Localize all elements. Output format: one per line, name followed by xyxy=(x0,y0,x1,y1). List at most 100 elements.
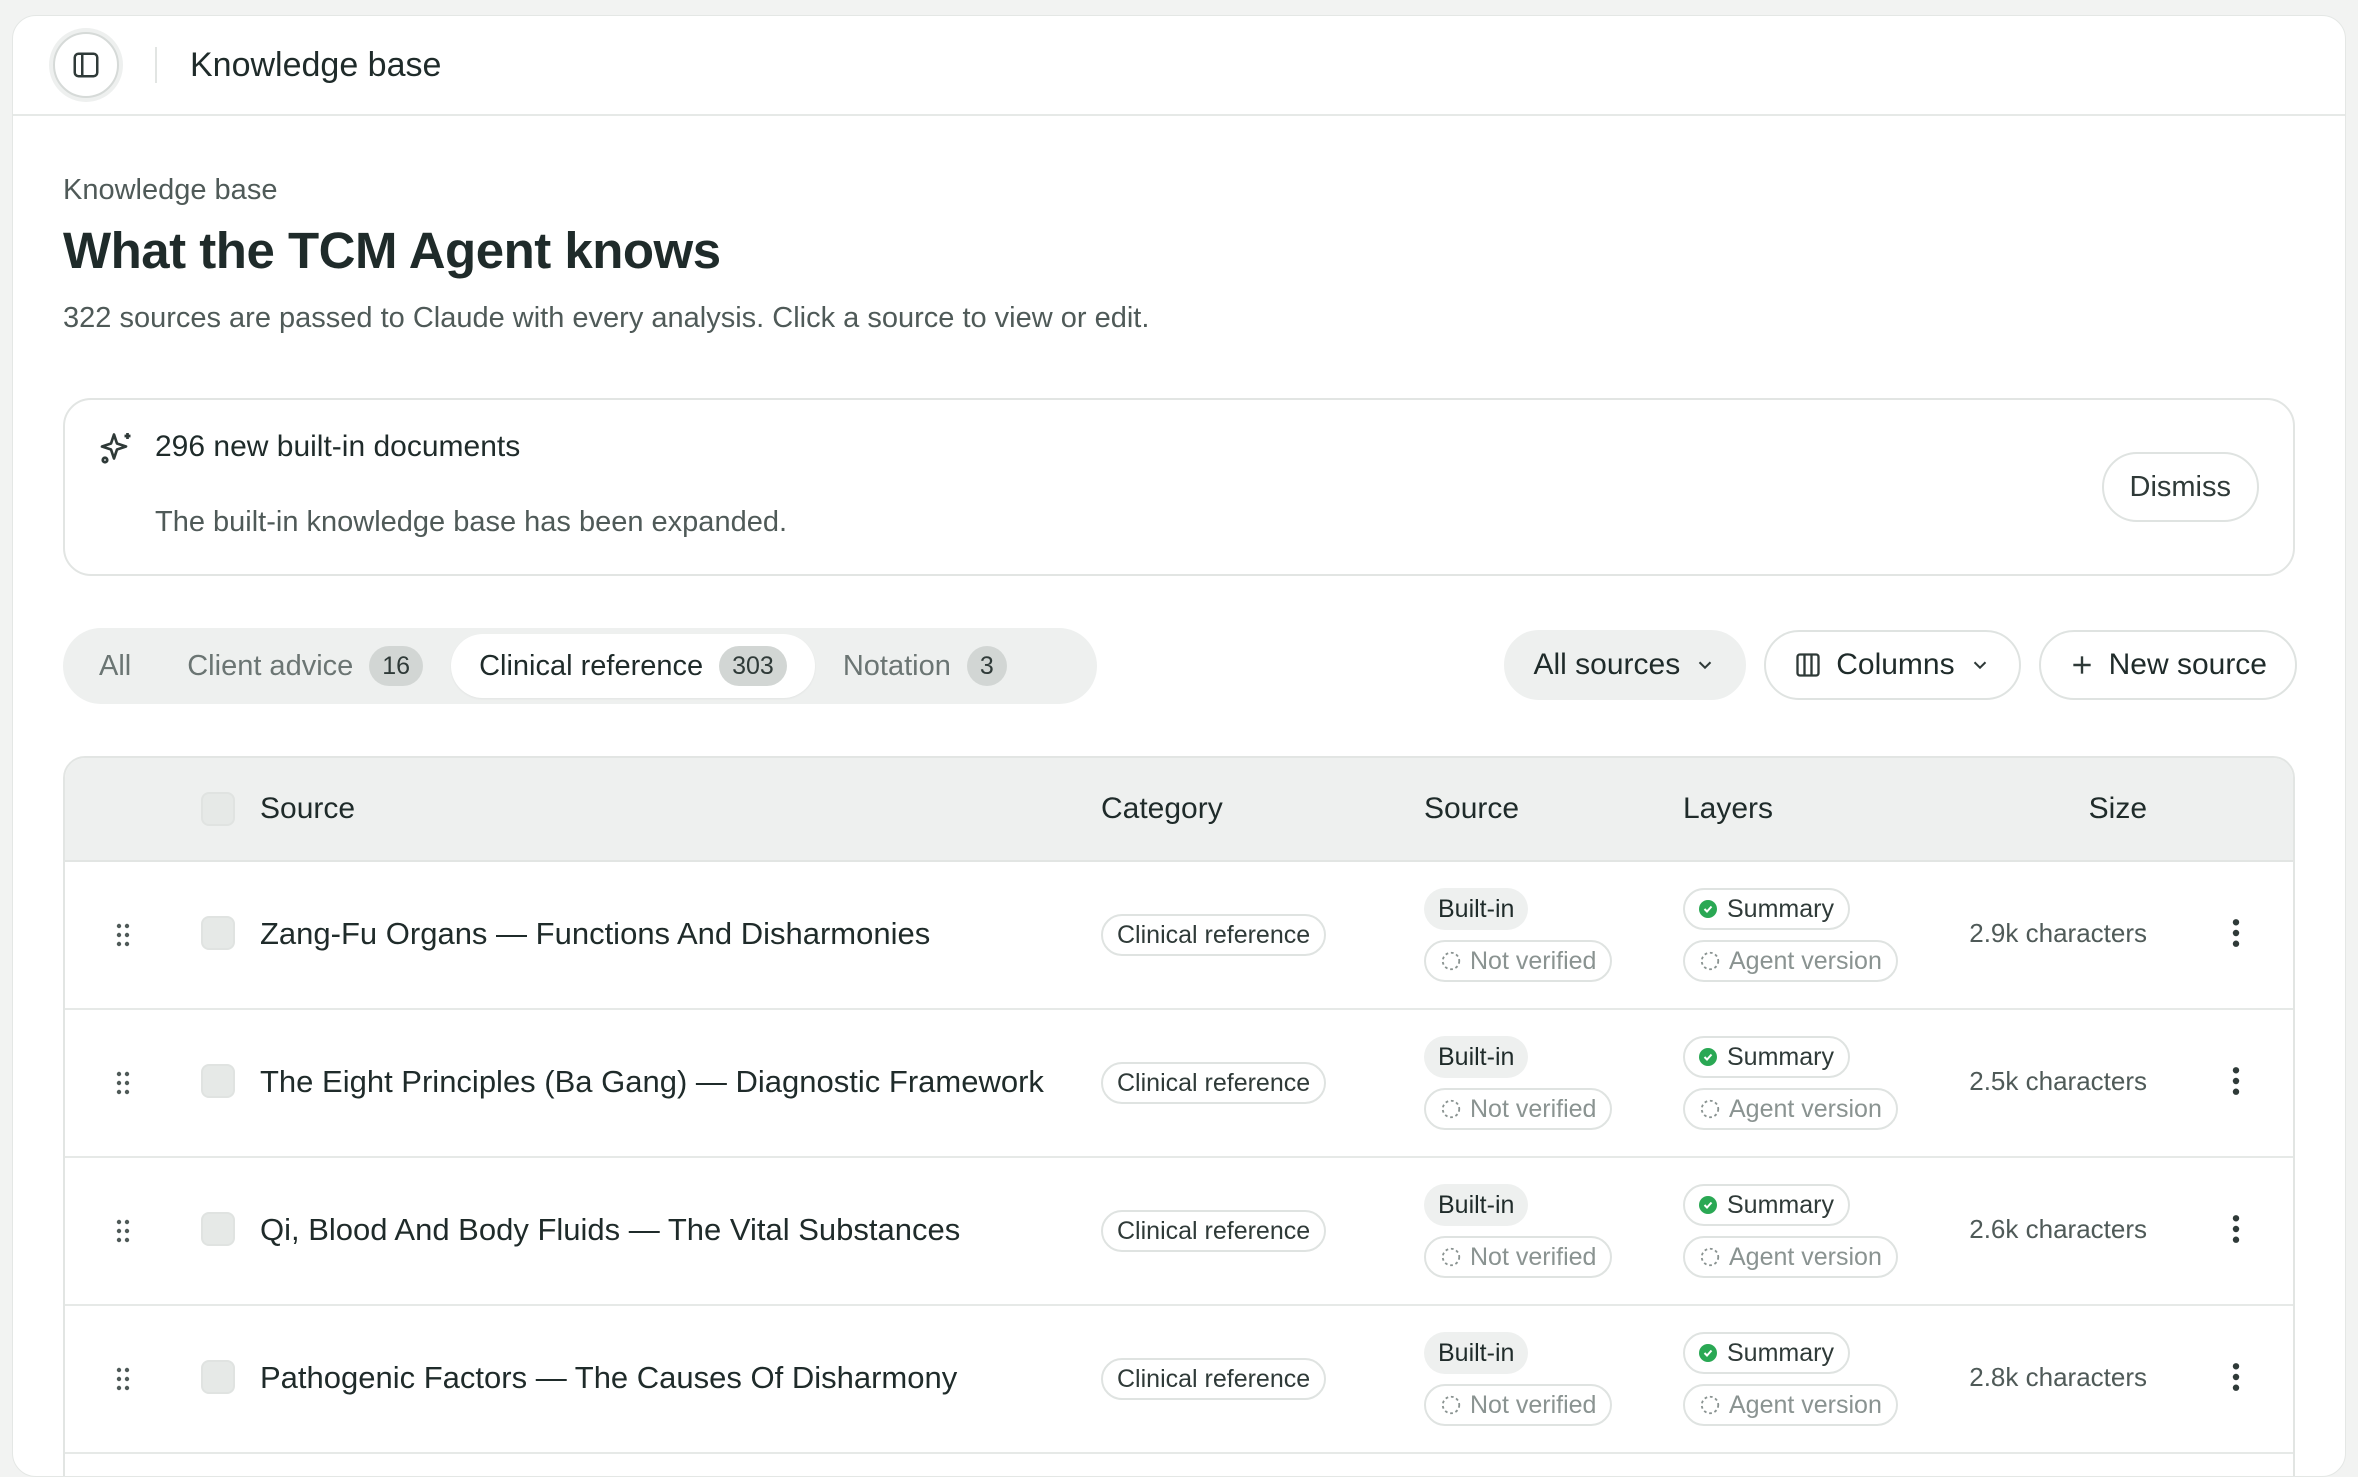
tab-notation[interactable]: Notation 3 xyxy=(815,634,1035,698)
new-documents-banner: 296 new built-in documents The built-in … xyxy=(63,398,2295,576)
check-circle-icon xyxy=(1699,1196,1717,1214)
drag-handle-icon[interactable] xyxy=(115,1366,131,1392)
more-options-icon[interactable] xyxy=(2231,1362,2241,1392)
tab-label: Client advice xyxy=(187,649,354,682)
banner-title: 296 new built-in documents xyxy=(155,430,521,463)
plus-icon xyxy=(2072,656,2091,674)
drag-handle-icon[interactable] xyxy=(115,1070,131,1096)
new-source-button[interactable]: New source xyxy=(2038,630,2297,700)
source-filter-dropdown[interactable]: All sources xyxy=(1503,630,1747,700)
table-row[interactable]: Pathogenic Factors — The Causes Of Disha… xyxy=(65,1306,2293,1454)
more-options-icon[interactable] xyxy=(2231,1066,2241,1096)
drag-handle-icon[interactable] xyxy=(115,922,131,948)
row-checkbox[interactable] xyxy=(201,1212,235,1246)
table-row[interactable]: Qi, Blood And Body Fluids — The Vital Su… xyxy=(65,1158,2293,1306)
page-subtitle: 322 sources are passed to Claude with ev… xyxy=(63,302,1150,334)
divider xyxy=(155,47,157,83)
row-title[interactable]: Zang-Fu Organs — Functions And Disharmon… xyxy=(260,916,930,952)
check-circle-icon xyxy=(1699,1344,1717,1362)
category-badge: Clinical reference xyxy=(1101,914,1327,956)
category-badge: Clinical reference xyxy=(1101,1210,1327,1252)
sources-table: Source Category Source Layers Size Zang-… xyxy=(63,756,2295,1476)
layer-agent-label: Agent version xyxy=(1729,1390,1882,1419)
size-value: 2.5k characters xyxy=(1969,1066,2147,1096)
columns-label: Columns xyxy=(1836,648,1955,681)
header-category[interactable]: Category xyxy=(1101,792,1223,826)
row-checkbox[interactable] xyxy=(201,1064,235,1098)
app-window: Knowledge base Knowledge base What the T… xyxy=(12,15,2346,1477)
tab-clinical-reference[interactable]: Clinical reference 303 xyxy=(451,634,815,698)
header-size[interactable]: Size xyxy=(2089,792,2147,826)
layer-agent-badge: Agent version xyxy=(1683,1384,1898,1426)
origin-badge: Built-in xyxy=(1424,1332,1529,1374)
table-row[interactable]: Zang-Fu Organs — Functions And Disharmon… xyxy=(65,862,2293,1010)
verification-badge: Not verified xyxy=(1424,1236,1613,1278)
dashed-circle-icon xyxy=(1441,1395,1461,1415)
columns-button[interactable]: Columns xyxy=(1764,630,2021,700)
row-checkbox[interactable] xyxy=(201,1360,235,1394)
drag-handle-icon[interactable] xyxy=(115,1218,131,1244)
size-value: 2.9k characters xyxy=(1969,918,2147,948)
chevron-down-icon xyxy=(1699,661,1712,670)
banner-text: The built-in knowledge base has been exp… xyxy=(155,506,788,538)
header-source[interactable]: Source xyxy=(260,792,355,826)
columns-icon xyxy=(1796,653,1820,677)
check-circle-icon xyxy=(1699,900,1717,918)
table-row[interactable]: The Eight Principles (Ba Gang) — Diagnos… xyxy=(65,1010,2293,1158)
new-source-label: New source xyxy=(2108,648,2267,681)
origin-badge: Built-in xyxy=(1424,888,1529,930)
size-value: 2.8k characters xyxy=(1969,1362,2147,1392)
dashed-circle-icon xyxy=(1700,1395,1720,1415)
dashed-circle-icon xyxy=(1441,951,1461,971)
sparkle-icon xyxy=(100,433,131,464)
check-circle-icon xyxy=(1699,1048,1717,1066)
select-all-checkbox[interactable] xyxy=(201,792,235,826)
table-header: Source Category Source Layers Size xyxy=(65,758,2293,862)
dismiss-button[interactable]: Dismiss xyxy=(2101,452,2259,522)
more-options-icon[interactable] xyxy=(2231,918,2241,948)
topbar-title: Knowledge base xyxy=(190,45,442,84)
row-title[interactable]: Pathogenic Factors — The Causes Of Disha… xyxy=(260,1360,957,1396)
dashed-circle-icon xyxy=(1700,1099,1720,1119)
chevron-down-icon xyxy=(1973,661,1986,670)
filter-label: All sources xyxy=(1533,648,1681,681)
dashed-circle-icon xyxy=(1441,1247,1461,1267)
layer-summary-badge: Summary xyxy=(1683,1184,1850,1226)
category-tabs: All Client advice 16 Clinical reference … xyxy=(63,628,1097,704)
dashed-circle-icon xyxy=(1441,1099,1461,1119)
layer-agent-badge: Agent version xyxy=(1683,1088,1898,1130)
layer-agent-label: Agent version xyxy=(1729,1094,1882,1123)
verification-label: Not verified xyxy=(1470,946,1597,975)
row-checkbox[interactable] xyxy=(201,916,235,950)
dashed-circle-icon xyxy=(1700,1247,1720,1267)
verification-label: Not verified xyxy=(1470,1094,1597,1123)
tab-all[interactable]: All xyxy=(69,634,159,698)
layer-agent-badge: Agent version xyxy=(1683,1236,1898,1278)
dashed-circle-icon xyxy=(1700,951,1720,971)
header-origin[interactable]: Source xyxy=(1424,792,1519,826)
layer-agent-label: Agent version xyxy=(1729,1242,1882,1271)
verification-label: Not verified xyxy=(1470,1390,1597,1419)
category-badge: Clinical reference xyxy=(1101,1062,1327,1104)
verification-badge: Not verified xyxy=(1424,940,1613,982)
header-layers[interactable]: Layers xyxy=(1683,792,1773,826)
sidebar-toggle-button[interactable] xyxy=(53,32,119,98)
row-title[interactable]: The Eight Principles (Ba Gang) — Diagnos… xyxy=(260,1064,1044,1100)
layer-summary-label: Summary xyxy=(1727,1338,1834,1367)
tab-label: All xyxy=(99,649,132,682)
more-options-icon[interactable] xyxy=(2231,1214,2241,1244)
origin-badge: Built-in xyxy=(1424,1184,1529,1226)
toolbar: All sources Columns New source xyxy=(1503,630,2297,700)
layer-summary-badge: Summary xyxy=(1683,888,1850,930)
row-title[interactable]: Qi, Blood And Body Fluids — The Vital Su… xyxy=(260,1212,960,1248)
layer-agent-label: Agent version xyxy=(1729,946,1882,975)
tab-count: 16 xyxy=(369,646,424,686)
layer-summary-label: Summary xyxy=(1727,1042,1834,1071)
top-bar: Knowledge base xyxy=(13,16,2345,116)
page-title: What the TCM Agent knows xyxy=(63,222,721,279)
tab-client-advice[interactable]: Client advice 16 xyxy=(159,634,451,698)
layer-summary-badge: Summary xyxy=(1683,1332,1850,1374)
tab-label: Clinical reference xyxy=(479,649,704,682)
origin-badge: Built-in xyxy=(1424,1036,1529,1078)
page-eyebrow: Knowledge base xyxy=(63,174,278,206)
